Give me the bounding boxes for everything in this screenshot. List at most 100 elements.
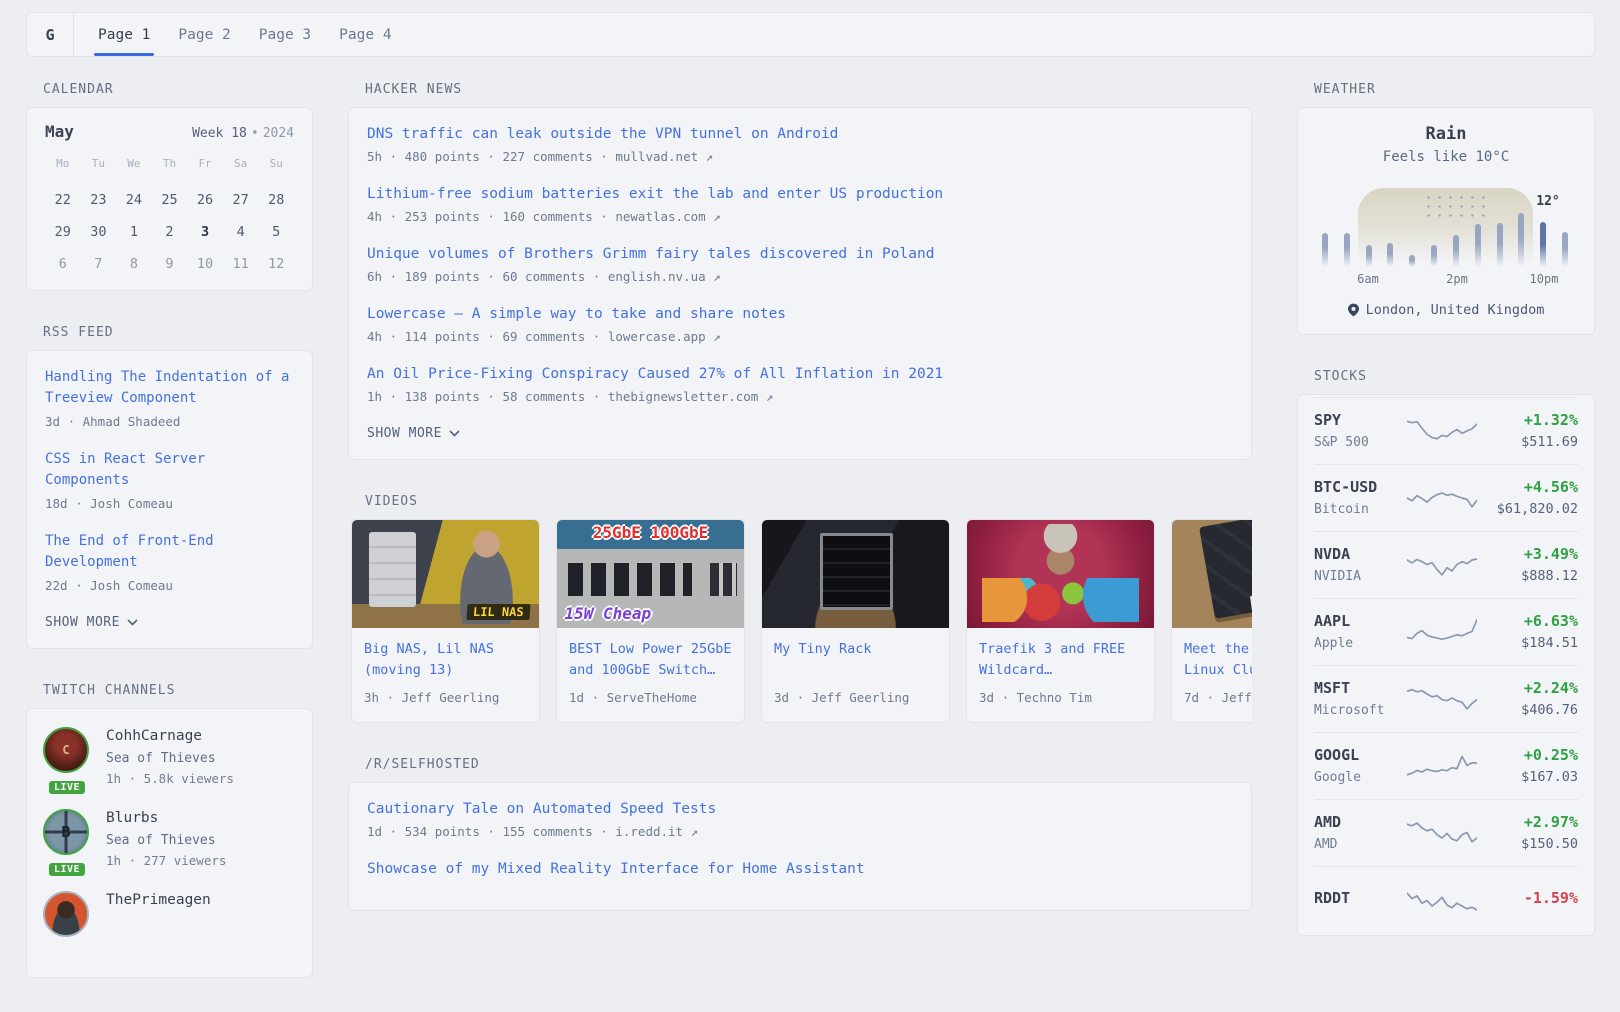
live-badge: LIVE <box>49 863 85 876</box>
hacker-news-item-title[interactable]: Unique volumes of Brothers Grimm fairy t… <box>367 244 1233 264</box>
twitch-channel-meta: 1h · 277 viewers <box>106 852 226 869</box>
stock-ticker: MSFT <box>1314 679 1406 698</box>
twitch-avatar-wrap[interactable]: LIVE <box>43 809 91 869</box>
reddit-section: /R/SELFHOSTED Cautionary Tale on Automat… <box>348 757 1252 911</box>
stocks-widget: SPY S&P 500 +1.32% $511.69 BTC-USD Bitco… <box>1297 394 1595 936</box>
rss-item-title[interactable]: CSS in React Server Components <box>45 449 294 491</box>
stock-identity: MSFT Microsoft <box>1314 679 1406 719</box>
twitch-channel-row[interactable]: LIVE CohhCarnage Sea of Thieves 1h · 5.8… <box>43 727 296 787</box>
twitch-channel-info: ThePrimeagen <box>106 891 211 937</box>
videos-row: LIL NAS Big NAS, Lil NAS (moving 13) 3h … <box>348 519 1252 723</box>
stock-values: +4.56% $61,820.02 <box>1478 478 1578 518</box>
hacker-news-item-title[interactable]: Lithium-free sodium batteries exit the l… <box>367 184 1233 204</box>
left-column: CALENDAR May Week 18•2024 MoTuWeThFrSaSu… <box>26 82 313 1012</box>
video-title[interactable]: My Tiny Rack <box>774 639 937 681</box>
stock-change-percent: +4.56% <box>1478 478 1578 497</box>
video-title[interactable]: Big NAS, Lil NAS (moving 13) <box>364 639 527 681</box>
reddit-item-title[interactable]: Showcase of my Mixed Reality Interface f… <box>367 859 1233 879</box>
video-title[interactable]: Meet the fastest Linux Clu… <box>1184 639 1252 681</box>
calendar-day: 29 <box>45 219 81 246</box>
stock-name: NVIDIA <box>1314 568 1406 585</box>
video-title[interactable]: Traefik 3 and FREE Wildcard… <box>979 639 1142 681</box>
rss-item-title[interactable]: The End of Front-End Development <box>45 531 294 573</box>
twitch-channel-category[interactable]: Sea of Thieves <box>106 832 226 849</box>
page-tab-label: Page 4 <box>339 27 391 43</box>
hacker-news-list: DNS traffic can leak outside the VPN tun… <box>367 124 1233 405</box>
stock-price: $167.03 <box>1478 769 1578 786</box>
time-label: 6am <box>1357 272 1379 286</box>
page-tab-label: Page 3 <box>259 27 311 43</box>
stock-sparkline <box>1407 548 1477 582</box>
video-thumbnail[interactable] <box>967 520 1154 628</box>
rss-item-title[interactable]: Handling The Indentation of a Treeview C… <box>45 367 294 409</box>
hacker-news-item-meta: 1h · 138 points · 58 comments · thebigne… <box>367 388 1233 405</box>
rss-show-more-button[interactable]: SHOW MORE <box>45 613 294 636</box>
stock-ticker: SPY <box>1314 411 1406 430</box>
thumbnail-text-bottom: LIL NAS <box>467 604 531 620</box>
hacker-news-item-title[interactable]: DNS traffic can leak outside the VPN tun… <box>367 124 1233 144</box>
stock-row: NVDA NVIDIA +3.49% $888.12 <box>1314 531 1578 598</box>
stock-identity: BTC-USD Bitcoin <box>1314 478 1406 518</box>
calendar-day: 26 <box>187 187 223 214</box>
twitch-channel-row[interactable]: LIVE Blurbs Sea of Thieves 1h · 277 view… <box>43 809 296 869</box>
video-thumbnail[interactable]: LIL NAS <box>352 520 539 628</box>
weather-feels-like: Feels like 10°C <box>1314 149 1578 165</box>
stock-ticker: NVDA <box>1314 545 1406 564</box>
weather-section: WEATHER Rain Feels like 10°C 12° 6am 2pm… <box>1297 82 1595 335</box>
calendar-weekday: Th <box>152 155 188 173</box>
rss-item: Handling The Indentation of a Treeview C… <box>45 367 294 430</box>
rss-section-label: RSS FEED <box>43 325 313 340</box>
video-thumbnail[interactable]: 25GbE 100GbE 15W Cheap <box>557 520 744 628</box>
calendar-day-grid: 22 23 24 25 26 27 28 29 30 1 <box>45 187 294 278</box>
twitch-channel-name[interactable]: CohhCarnage <box>106 727 234 746</box>
hacker-news-widget: DNS traffic can leak outside the VPN tun… <box>348 107 1252 460</box>
twitch-channel-category[interactable]: Sea of Thieves <box>106 750 234 767</box>
app-logo[interactable]: G <box>27 13 74 56</box>
video-thumbnail[interactable]: FAS <box>1172 520 1252 628</box>
video-title[interactable]: BEST Low Power 25GbE and 100GbE Switch… <box>569 639 732 681</box>
page-tab[interactable]: Page 1 <box>98 13 150 56</box>
twitch-channel-name[interactable]: ThePrimeagen <box>106 891 211 910</box>
calendar-weekday: Tu <box>81 155 117 173</box>
weather-bar <box>1366 245 1372 267</box>
twitch-avatar-wrap[interactable]: LIVE <box>43 727 91 787</box>
weather-section-label: WEATHER <box>1314 82 1595 97</box>
hacker-news-item: Lithium-free sodium batteries exit the l… <box>367 184 1233 225</box>
twitch-channel-row[interactable]: ThePrimeagen <box>43 891 296 937</box>
stock-identity: RDDT <box>1314 889 1406 912</box>
reddit-item-title[interactable]: Cautionary Tale on Automated Speed Tests <box>367 799 1233 819</box>
page-tab[interactable]: Page 2 <box>178 13 230 56</box>
hacker-news-item-title[interactable]: An Oil Price-Fixing Conspiracy Caused 27… <box>367 364 1233 384</box>
video-thumbnail[interactable] <box>762 520 949 628</box>
avatar <box>43 891 89 937</box>
stocks-section: STOCKS SPY S&P 500 +1.32% $511.69 <box>1297 369 1595 936</box>
reddit-widget: Cautionary Tale on Automated Speed Tests… <box>348 782 1252 911</box>
stock-row: SPY S&P 500 +1.32% $511.69 <box>1314 397 1578 464</box>
hacker-news-show-more-button[interactable]: SHOW MORE <box>367 424 1233 447</box>
weather-bar <box>1475 224 1481 267</box>
right-column: WEATHER Rain Feels like 10°C 12° 6am 2pm… <box>1297 82 1595 970</box>
thumbnail-dim-overlay <box>1172 520 1252 628</box>
stock-sparkline <box>1407 615 1477 649</box>
page-tab[interactable]: Page 4 <box>339 13 391 56</box>
weather-location: London, United Kingdom <box>1314 302 1578 318</box>
weather-bar <box>1322 233 1328 267</box>
video-card-body: Traefik 3 and FREE Wildcard… 3d · Techno… <box>967 628 1154 705</box>
stock-sparkline <box>1407 883 1477 917</box>
video-meta: 3d · Techno Tim <box>979 690 1142 705</box>
stock-identity: AAPL Apple <box>1314 612 1406 652</box>
stock-change-percent: +1.32% <box>1478 411 1578 430</box>
video-card: Traefik 3 and FREE Wildcard… 3d · Techno… <box>966 519 1155 723</box>
stock-values: -1.59% <box>1478 889 1578 912</box>
stock-row: AMD AMD +2.97% $150.50 <box>1314 799 1578 866</box>
avatar <box>43 809 89 855</box>
twitch-channel-name[interactable]: Blurbs <box>106 809 226 828</box>
twitch-avatar-wrap[interactable] <box>43 891 91 937</box>
weather-time-labels: 6am 2pm 10pm <box>1314 272 1578 289</box>
calendar-section-label: CALENDAR <box>43 82 313 97</box>
hacker-news-item-title[interactable]: Lowercase – A simple way to take and sha… <box>367 304 1233 324</box>
show-more-label: SHOW MORE <box>367 426 442 441</box>
page-tab[interactable]: Page 3 <box>259 13 311 56</box>
stock-name: AMD <box>1314 836 1406 853</box>
weather-bar <box>1453 235 1459 267</box>
